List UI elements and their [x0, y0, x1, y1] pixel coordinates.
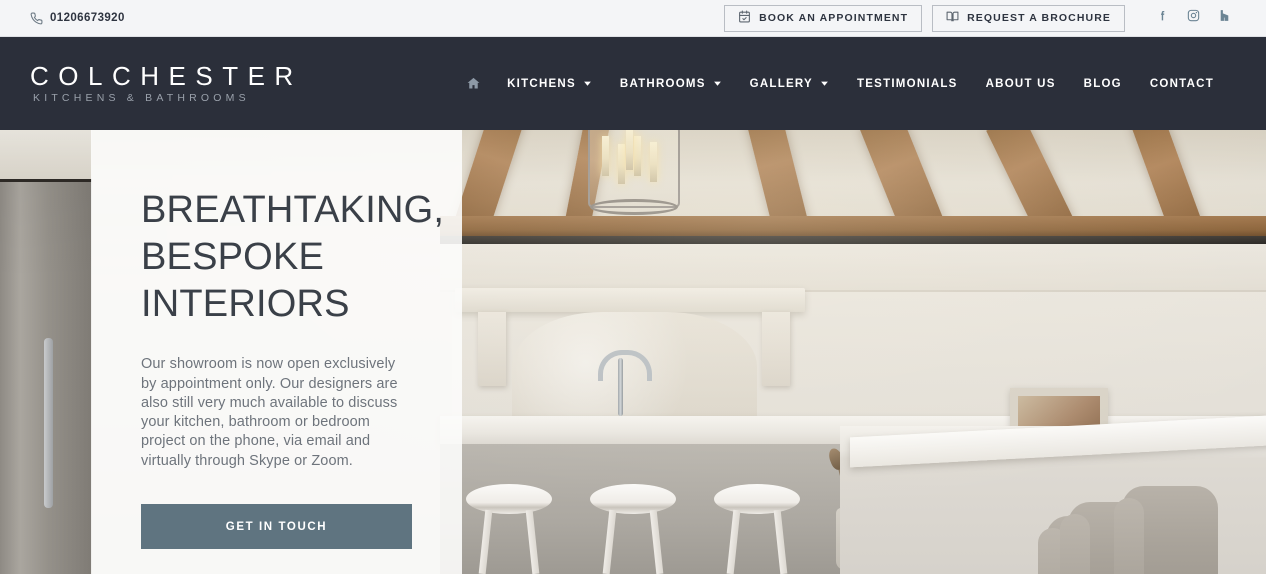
utility-actions: BOOK AN APPOINTMENT REQUEST A BROCHURE: [724, 4, 1240, 32]
nav-item-testimonials-label: TESTIMONIALS: [856, 77, 958, 90]
logo-secondary-text: KITCHENS & BATHROOMS: [33, 92, 250, 105]
nav-item-gallery[interactable]: GALLERY: [736, 64, 843, 104]
book-open-icon: [946, 10, 959, 26]
book-appointment-label: BOOK AN APPOINTMENT: [759, 12, 909, 24]
nav-item-kitchens[interactable]: KITCHENS: [493, 64, 606, 104]
get-in-touch-button[interactable]: GET IN TOUCH: [141, 504, 412, 550]
home-icon: [466, 76, 481, 91]
nav-item-bathrooms-label: BATHROOMS: [619, 77, 706, 90]
logo[interactable]: COLCHESTER KITCHENS & BATHROOMS: [30, 63, 303, 104]
nav-item-testimonials[interactable]: TESTIMONIALS: [843, 64, 972, 104]
nav-item-about-us[interactable]: ABOUT US: [972, 64, 1070, 104]
hero-body-text: Our showroom is now open exclusively by …: [141, 356, 398, 469]
hero-content-panel: BREATHTAKING, BESPOKE INTERIORS Our show…: [91, 130, 462, 574]
nav-item-contact-label: CONTACT: [1149, 77, 1214, 90]
facebook-icon: [1156, 9, 1169, 27]
phone-number: 01206673920: [50, 12, 125, 24]
request-brochure-button[interactable]: REQUEST A BROCHURE: [932, 4, 1125, 32]
nav-item-kitchens-label: KITCHENS: [507, 77, 576, 90]
hero-title: BREATHTAKING, BESPOKE INTERIORS: [141, 189, 445, 326]
chevron-down-icon: [583, 79, 592, 88]
nav-item-gallery-label: GALLERY: [749, 77, 813, 90]
nav-item-bathrooms[interactable]: BATHROOMS: [606, 64, 736, 104]
hero-section: BREATHTAKING, BESPOKE INTERIORS Our show…: [0, 130, 1266, 574]
book-appointment-button[interactable]: BOOK AN APPOINTMENT: [724, 4, 923, 32]
nav-item-about-us-label: ABOUT US: [985, 77, 1056, 90]
bar-stool: [466, 484, 552, 574]
chandelier: [588, 130, 680, 215]
bar-stool: [590, 484, 676, 574]
site-header: COLCHESTER KITCHENS & BATHROOMS KITCHENS…: [0, 37, 1266, 130]
social-links: [1147, 5, 1240, 31]
instagram-link[interactable]: [1178, 5, 1209, 31]
instagram-icon: [1187, 9, 1200, 27]
chevron-down-icon: [820, 79, 829, 88]
phone-link[interactable]: 01206673920: [30, 12, 125, 25]
nav-item-blog-label: BLOG: [1083, 77, 1122, 90]
phone-icon: [30, 12, 43, 25]
request-brochure-label: REQUEST A BROCHURE: [967, 12, 1111, 24]
main-navigation: KITCHENS BATHROOMS GALLERY TESTIMONIALS …: [454, 64, 1228, 104]
chevron-down-icon: [713, 79, 722, 88]
calendar-check-icon: [738, 10, 751, 26]
bar-stool: [714, 484, 800, 574]
nav-item-blog[interactable]: BLOG: [1070, 64, 1136, 104]
houzz-icon: [1218, 9, 1231, 27]
nav-item-home[interactable]: [454, 64, 493, 104]
houzz-link[interactable]: [1209, 5, 1240, 31]
utility-bar: 01206673920 BOOK AN APPOINTMENT REQUEST …: [0, 0, 1266, 37]
logo-primary-text: COLCHESTER: [30, 61, 303, 92]
dining-chair: [1114, 486, 1218, 574]
nav-item-contact[interactable]: CONTACT: [1136, 64, 1228, 104]
facebook-link[interactable]: [1147, 5, 1178, 31]
